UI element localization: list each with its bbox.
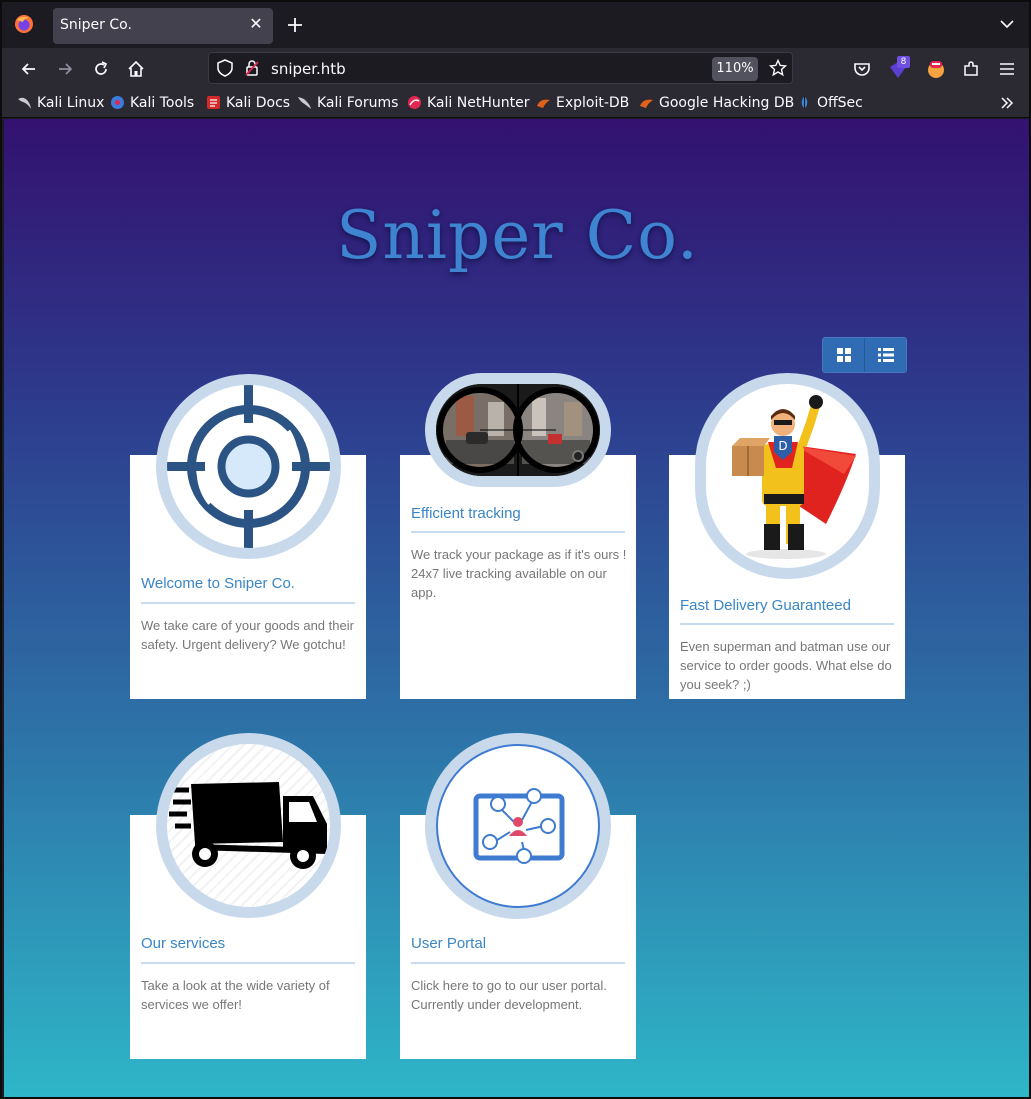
- svg-text:D: D: [778, 439, 787, 453]
- card-text: We take care of your goods and their saf…: [141, 618, 354, 652]
- bookmark-exploit-db[interactable]: Exploit-DB: [536, 95, 629, 113]
- extension-icon[interactable]: 8: [888, 56, 912, 80]
- view-toggle: [822, 337, 907, 373]
- card-text: We track your package as if it's ours ! …: [411, 547, 627, 600]
- card-divider: [411, 962, 625, 964]
- card-divider: [680, 623, 894, 625]
- card-title[interactable]: Our services: [141, 935, 225, 952]
- grid-icon: [837, 348, 851, 362]
- kali-forums-icon: [298, 97, 311, 109]
- badge-inner: [436, 744, 600, 908]
- url-bar[interactable]: sniper.htb 110%: [208, 52, 793, 84]
- card-divider: [141, 962, 355, 964]
- card-divider: [141, 602, 355, 604]
- chevron-down-icon[interactable]: [999, 16, 1015, 32]
- crosshair-icon: [167, 385, 330, 548]
- card-badge: [425, 733, 611, 919]
- scope-image: [436, 384, 600, 476]
- list-icon: [878, 348, 894, 362]
- nethunter-icon: [408, 96, 421, 109]
- close-icon[interactable]: ✕: [247, 15, 265, 33]
- list-view-button[interactable]: [865, 338, 906, 372]
- pocket-icon[interactable]: [852, 59, 872, 79]
- ghdb-icon: [640, 99, 653, 108]
- truck-icon: [169, 782, 327, 869]
- card-text: Even superman and batman use our service…: [680, 639, 892, 692]
- bookmarks-toolbar: Kali Linux Kali Tools Kali Docs Kali For…: [2, 90, 1029, 118]
- extension-badge: 8: [897, 56, 910, 68]
- menu-icon[interactable]: [997, 59, 1017, 79]
- navigation-toolbar: sniper.htb 110% 8: [2, 48, 1029, 90]
- card-title[interactable]: User Portal: [411, 935, 486, 952]
- bookmark-kali-nethunter[interactable]: Kali NetHunter: [407, 95, 529, 113]
- card-badge: [425, 373, 611, 487]
- card-divider: [411, 531, 625, 533]
- url-text[interactable]: sniper.htb: [271, 60, 346, 78]
- extensions-puzzle-icon[interactable]: [961, 59, 981, 79]
- kali-dragon-icon: [18, 97, 31, 109]
- web-page: Sniper Co. Welcome to Sniper Co. We take: [4, 119, 1029, 1097]
- card-tracking[interactable]: Efficient tracking We track your package…: [400, 455, 636, 699]
- plus-icon[interactable]: [285, 15, 305, 35]
- card-text: Take a look at the wide variety of servi…: [141, 978, 330, 1012]
- badge-inner: D: [706, 384, 869, 568]
- tab-title: Sniper Co.: [60, 17, 132, 33]
- shield-icon[interactable]: [216, 59, 234, 77]
- firefox-icon[interactable]: [14, 14, 34, 34]
- star-icon[interactable]: [769, 59, 787, 77]
- badge-inner: [167, 744, 330, 907]
- forward-arrow-icon[interactable]: [55, 59, 75, 79]
- exploit-db-icon: [537, 99, 550, 108]
- tab-bar: Sniper Co. ✕: [2, 2, 1029, 48]
- badge-inner: [167, 385, 330, 548]
- tab-active[interactable]: Sniper Co. ✕: [53, 8, 273, 44]
- bookmark-google-hacking-db[interactable]: Google Hacking DB: [639, 95, 794, 113]
- kali-docs-icon: [207, 96, 220, 109]
- card-title[interactable]: Fast Delivery Guaranteed: [680, 597, 851, 614]
- superhero-courier-image: D: [732, 395, 856, 559]
- bookmark-kali-docs[interactable]: Kali Docs: [206, 95, 290, 113]
- kali-tools-icon: [111, 96, 124, 109]
- bookmark-kali-linux[interactable]: Kali Linux: [17, 95, 104, 113]
- card-title[interactable]: Efficient tracking: [411, 505, 521, 522]
- grid-view-button[interactable]: [823, 338, 865, 372]
- card-badge: [156, 733, 341, 918]
- badge-inner: [436, 384, 600, 476]
- avatar-extension-icon[interactable]: [926, 59, 946, 79]
- home-icon[interactable]: [126, 59, 146, 79]
- reload-icon[interactable]: [91, 59, 111, 79]
- card-text: Click here to go to our user portal. Cur…: [411, 978, 607, 1012]
- bookmark-offsec[interactable]: OffSec: [797, 95, 863, 113]
- card-title[interactable]: Welcome to Sniper Co.: [141, 575, 295, 592]
- zoom-level[interactable]: 110%: [712, 57, 758, 81]
- card-badge: D: [695, 373, 880, 579]
- offsec-icon: [801, 96, 808, 109]
- bookmark-kali-forums[interactable]: Kali Forums: [297, 95, 398, 113]
- browser-window: Sniper Co. ✕ sniper.htb 110% 8 Kali Linu…: [0, 0, 1031, 1099]
- chevron-double-right-icon[interactable]: [999, 95, 1015, 111]
- bookmark-kali-tools[interactable]: Kali Tools: [110, 95, 194, 113]
- user-network-icon: [473, 788, 565, 864]
- insecure-lock-icon[interactable]: [243, 59, 261, 77]
- card-badge: [156, 374, 341, 559]
- page-title: Sniper Co.: [336, 197, 699, 274]
- back-arrow-icon[interactable]: [19, 59, 39, 79]
